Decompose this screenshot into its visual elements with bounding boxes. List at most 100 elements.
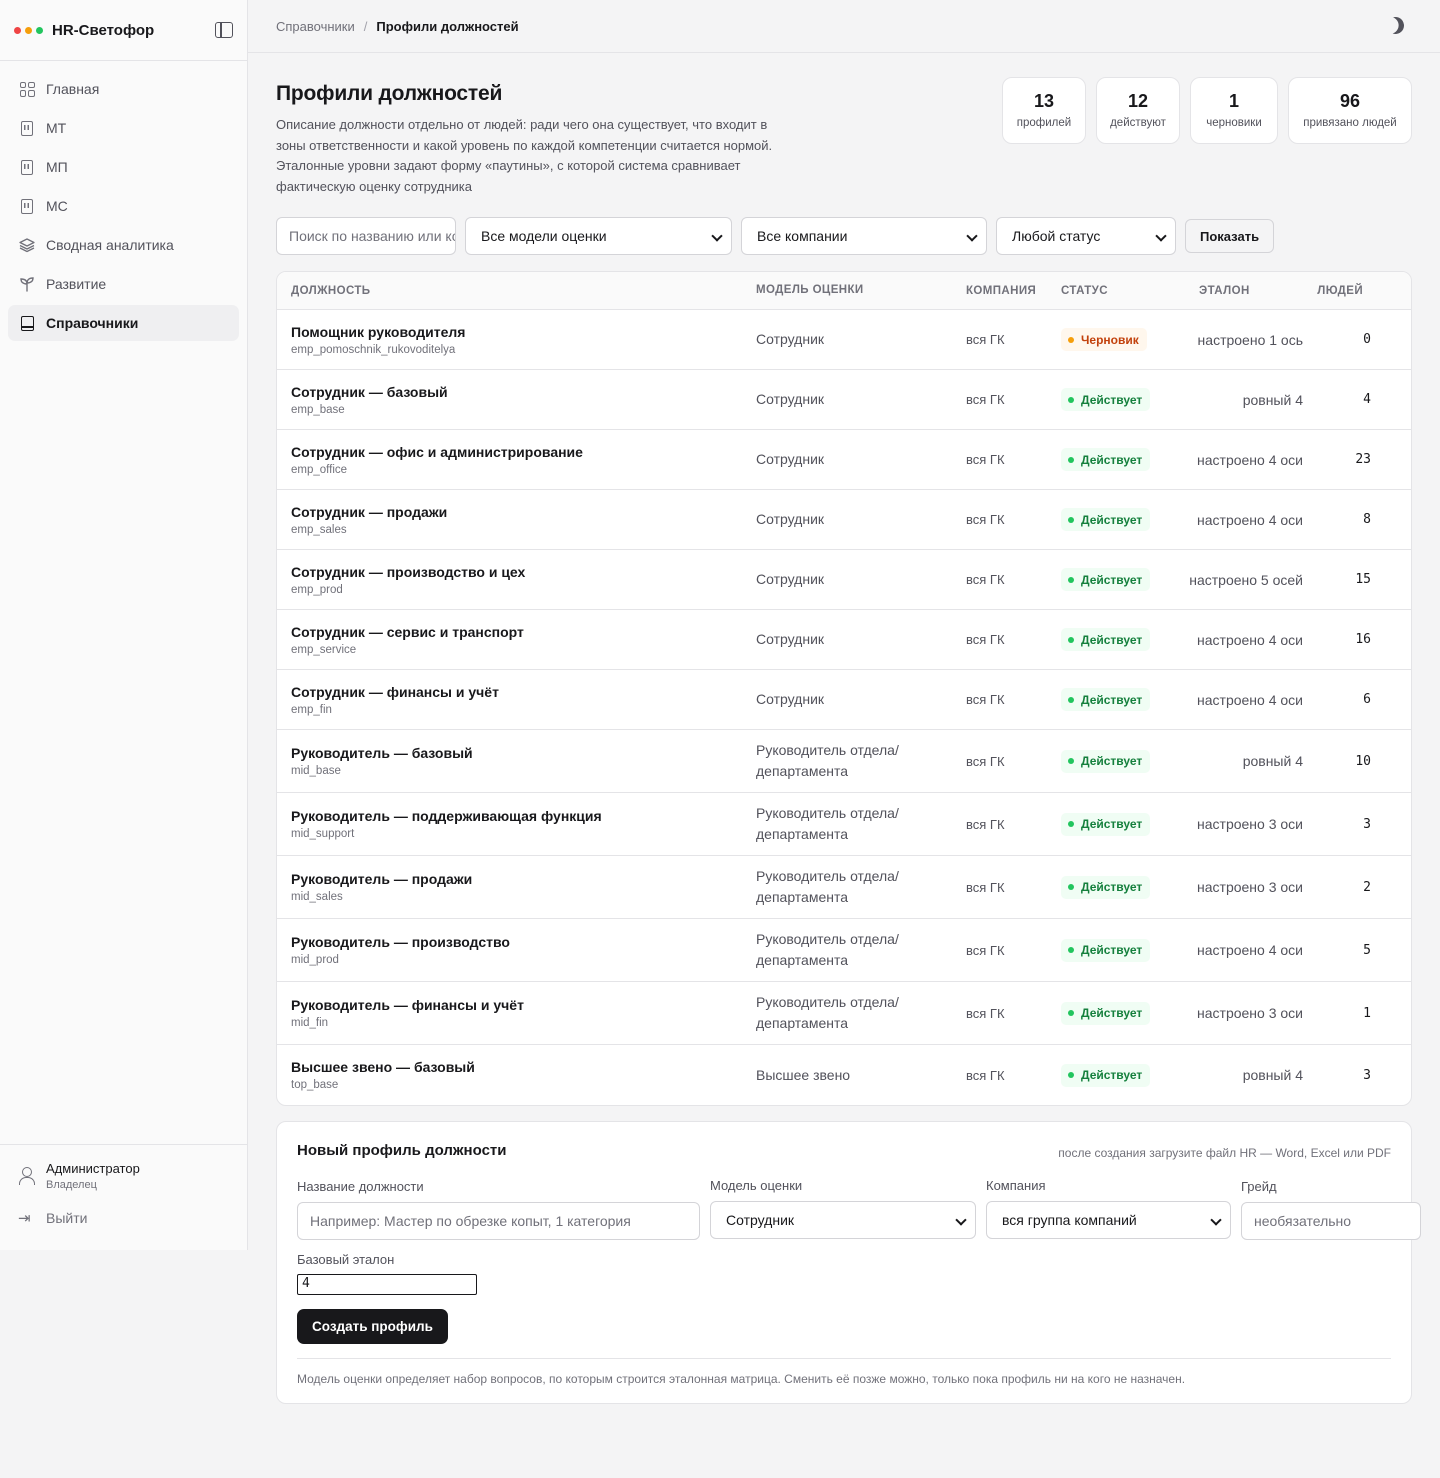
position-name[interactable]: Сотрудник — базовый	[291, 384, 756, 400]
breadcrumb-parent[interactable]: Справочники	[276, 19, 355, 34]
table-row[interactable]: Сотрудник — сервис и транспорт emp_servic…	[277, 610, 1411, 670]
position-name[interactable]: Руководитель — производство	[291, 934, 756, 950]
base-etalon-input[interactable]: 4	[297, 1274, 477, 1295]
status-badge: Действует	[1061, 688, 1151, 711]
position-name[interactable]: Сотрудник — офис и администрирование	[291, 444, 756, 460]
status-badge: Действует	[1061, 938, 1151, 962]
table-row[interactable]: Сотрудник — продажи emp_sales Сотрудник вся…	[277, 490, 1411, 550]
show-button[interactable]: Показать	[1185, 219, 1275, 253]
stats: 13 профилей 12 действуют 1 черновики 96 …	[1002, 77, 1412, 144]
sidebar-item-home[interactable]: Главная	[8, 71, 239, 107]
status-label: Действует	[1081, 692, 1143, 707]
status-label: Действует	[1081, 754, 1143, 768]
status-label: Действует	[1081, 880, 1143, 894]
position-name[interactable]: Руководитель — базовый	[291, 745, 756, 761]
sidebar-item-mt[interactable]: МТ	[8, 110, 239, 146]
table-row[interactable]: Руководитель — базовый mid_base Руководите…	[277, 730, 1411, 793]
people-count-cell: 10	[1355, 753, 1371, 769]
status-cell: Действует	[1061, 1063, 1181, 1087]
sidebar-toggle-icon[interactable]	[215, 22, 233, 38]
model-cell: Сотрудник	[756, 391, 825, 407]
status-label: Черновик	[1081, 332, 1139, 347]
table-row[interactable]: Высшее звено — базовый top_base Высшее зве…	[277, 1045, 1411, 1105]
etalon-cell: настроено 3 оси	[1197, 816, 1303, 832]
column-header-etalon[interactable]: ЭТАЛОН	[1181, 285, 1303, 297]
company-filter-select[interactable]: Все компании	[741, 217, 987, 255]
status-dot-icon	[1068, 336, 1074, 343]
status-dot-icon	[1068, 456, 1074, 463]
status-label: Действует	[1081, 943, 1143, 957]
position-cell: Сотрудник — продажи emp_sales	[277, 504, 756, 536]
position-name[interactable]: Высшее звено — базовый	[291, 1059, 756, 1075]
position-name[interactable]: Сотрудник — сервис и транспорт	[291, 624, 756, 640]
table-row[interactable]: Сотрудник — финансы и учёт emp_fin Сотрудн…	[277, 670, 1411, 730]
user-role: Владелец	[46, 1179, 97, 1191]
table-row[interactable]: Сотрудник — производство и цех emp_prod Со…	[277, 550, 1411, 610]
field-position-name: Название должности Например: Мастер по о…	[297, 1179, 700, 1240]
people-count-cell: 5	[1363, 942, 1371, 958]
position-name[interactable]: Сотрудник — финансы и учёт	[291, 684, 756, 700]
sidebar-item-analytics[interactable]: Сводная аналитика	[8, 227, 239, 263]
status-badge: Действует	[1061, 1001, 1151, 1025]
theme-toggle-moon-icon[interactable]	[1385, 15, 1407, 37]
stat-value: 13	[1033, 91, 1055, 111]
status-dot-icon	[1068, 516, 1074, 523]
status-badge: Черновик	[1061, 328, 1147, 351]
people-count-cell: 8	[1363, 512, 1371, 527]
sidebar-item-references[interactable]: Справочники	[8, 305, 239, 341]
column-header-model[interactable]: МОДЕЛЬ ОЦЕНКИ	[756, 280, 966, 301]
model-filter-select[interactable]: Все модели оценки	[465, 217, 732, 255]
column-header-people[interactable]: ЛЮДЕЙ	[1303, 285, 1383, 297]
table-row[interactable]: Сотрудник — офис и администрирование emp_…	[277, 430, 1411, 490]
model-cell: Высшее звено	[756, 1066, 851, 1083]
stat-card-profiles: 13 профилей	[1002, 77, 1086, 144]
user-profile[interactable]: Администратор Владелец	[18, 1161, 229, 1191]
table-row[interactable]: Сотрудник — базовый emp_base Сотрудник вся …	[277, 370, 1411, 430]
table-row[interactable]: Руководитель — поддерживающая функция mid…	[277, 793, 1411, 856]
grade-input[interactable]: необязательно	[1241, 1202, 1421, 1240]
status-label: Действует	[1081, 632, 1143, 647]
filters-bar: Поиск по названию или коду Все модели оц…	[276, 217, 1412, 255]
sidebar-item-development[interactable]: Развитие	[8, 266, 239, 302]
page-description: Описание должности отдельно от людей: ра…	[276, 117, 773, 194]
position-code: mid_base	[291, 765, 341, 777]
sidebar-item-ms[interactable]: МС	[8, 188, 239, 224]
position-name[interactable]: Руководитель — финансы и учёт	[291, 997, 756, 1013]
table-row[interactable]: Руководитель — производство mid_prod Руков…	[277, 919, 1411, 982]
table-row[interactable]: Руководитель — финансы и учёт mid_fin Руко…	[277, 982, 1411, 1045]
field-grade: Грейд необязательно	[1241, 1179, 1421, 1240]
model-select[interactable]: Сотрудник	[710, 1201, 976, 1239]
position-name[interactable]: Руководитель — поддерживающая функция	[291, 808, 756, 824]
etalon-cell: настроено 4 оси	[1197, 691, 1303, 708]
position-name-input[interactable]: Например: Мастер по обрезке копыт, 1 кат…	[297, 1202, 700, 1240]
company-cell: вся ГК	[966, 692, 1005, 707]
company-cell: вся ГК	[966, 332, 1005, 347]
position-name[interactable]: Сотрудник — производство и цех	[291, 564, 756, 580]
column-header-position[interactable]: ДОЛЖНОСТЬ	[277, 285, 756, 297]
status-cell: Действует	[1061, 448, 1181, 471]
position-code: emp_fin	[291, 703, 332, 716]
position-name[interactable]: Руководитель — продажи	[291, 871, 756, 887]
form-hint: после создания загрузите файл HR — Word,…	[1058, 1146, 1391, 1160]
stat-value: 96	[1339, 91, 1361, 111]
logout-button[interactable]: ⇥ Выйти	[18, 1209, 229, 1227]
position-name[interactable]: Сотрудник — продажи	[291, 504, 756, 520]
status-filter-select[interactable]: Любой статус	[996, 217, 1176, 255]
search-input[interactable]: Поиск по названию или коду	[276, 217, 456, 255]
column-header-status[interactable]: СТАТУС	[1061, 285, 1181, 297]
etalon-cell: настроено 3 оси	[1197, 1005, 1303, 1021]
status-cell: Действует	[1061, 688, 1181, 711]
create-profile-button[interactable]: Создать профиль	[297, 1309, 448, 1344]
company-cell: вся ГК	[966, 753, 1005, 769]
company-cell: вся ГК	[966, 1067, 1005, 1083]
etalon-cell: настроено 1 ось	[1197, 331, 1303, 348]
status-cell: Действует	[1061, 812, 1181, 836]
sidebar-item-label: Развитие	[46, 276, 107, 292]
model-cell: Сотрудник	[756, 331, 825, 347]
position-name[interactable]: Помощник руководителя	[291, 324, 756, 340]
table-row[interactable]: Помощник руководителя emp_pomoschnik_ruko…	[277, 310, 1411, 370]
column-header-company[interactable]: КОМПАНИЯ	[966, 285, 1061, 297]
company-select[interactable]: вся группа компаний	[986, 1201, 1231, 1239]
table-row[interactable]: Руководитель — продажи mid_sales Руководит…	[277, 856, 1411, 919]
sidebar-item-mp[interactable]: МП	[8, 149, 239, 185]
